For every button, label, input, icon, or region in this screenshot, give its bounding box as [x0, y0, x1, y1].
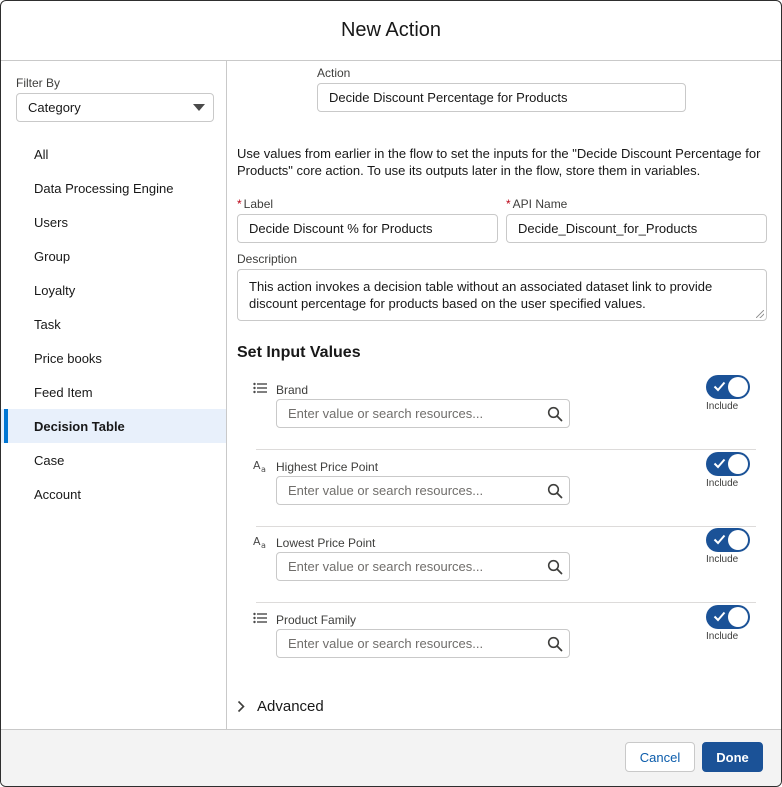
label-field-label: * Label	[237, 197, 274, 211]
resource-search-input[interactable]: Enter value or search resources...	[276, 476, 570, 505]
resize-handle-icon[interactable]	[756, 310, 764, 318]
set-input-values-heading: Set Input Values	[237, 344, 361, 361]
text-icon: Aa	[253, 459, 269, 474]
filter-sidebar: Filter By Category All Data Processing E…	[1, 61, 227, 729]
category-list: All Data Processing Engine Users Group L…	[1, 137, 226, 511]
toggle-knob	[728, 530, 748, 550]
input-label: Product Family	[276, 613, 357, 627]
action-label: Action	[317, 66, 351, 80]
action-input[interactable]: Decide Discount Percentage for Products	[317, 83, 686, 112]
modal-footer: Cancel Done	[1, 729, 781, 786]
search-icon[interactable]	[547, 636, 563, 652]
description-label: Description	[237, 252, 298, 266]
chevron-down-icon	[193, 104, 205, 111]
check-icon	[713, 611, 726, 622]
cancel-button[interactable]: Cancel	[625, 742, 695, 772]
list-icon	[253, 612, 269, 626]
toggle-knob	[728, 454, 748, 474]
include-label: Include	[706, 478, 739, 489]
action-intro-text: Use values from earlier in the flow to s…	[237, 146, 761, 178]
input-row-highest-price-point: Aa Highest Price Point Enter value or se…	[245, 450, 756, 527]
search-placeholder: Enter value or search resources...	[288, 559, 484, 574]
modal-header: New Action	[1, 1, 781, 61]
resource-search-input[interactable]: Enter value or search resources...	[276, 552, 570, 581]
category-item-task[interactable]: Task	[1, 307, 226, 341]
svg-text:A: A	[253, 459, 261, 472]
search-icon[interactable]	[547, 483, 563, 499]
include-toggle[interactable]	[706, 375, 750, 399]
description-textarea[interactable]: This action invokes a decision table wit…	[237, 269, 767, 321]
category-item-case[interactable]: Case	[1, 443, 226, 477]
text-icon: Aa	[253, 535, 269, 550]
done-button[interactable]: Done	[702, 742, 763, 772]
modal-title: New Action	[340, 19, 442, 41]
input-row-lowest-price-point: Aa Lowest Price Point Enter value or sea…	[245, 526, 756, 603]
check-icon	[713, 534, 726, 545]
category-item-decision-table[interactable]: Decision Table	[1, 409, 226, 443]
search-icon[interactable]	[547, 406, 563, 422]
resource-search-input[interactable]: Enter value or search resources...	[276, 629, 570, 658]
filter-by-select[interactable]: Category	[16, 93, 214, 122]
include-toggle[interactable]	[706, 605, 750, 629]
search-placeholder: Enter value or search resources...	[288, 483, 484, 498]
filter-by-label: Filter By	[16, 76, 61, 90]
category-item-data-processing-engine[interactable]: Data Processing Engine	[1, 171, 226, 205]
list-icon	[253, 382, 269, 396]
toggle-knob	[728, 607, 748, 627]
required-marker: *	[506, 197, 511, 211]
include-toggle[interactable]	[706, 452, 750, 476]
api-name-field-label: * API Name	[506, 197, 568, 211]
svg-text:a: a	[261, 541, 266, 549]
label-input[interactable]: Decide Discount % for Products	[237, 214, 498, 243]
category-item-users[interactable]: Users	[1, 205, 226, 239]
input-label: Lowest Price Point	[276, 536, 376, 550]
description-text: This action invokes a decision table wit…	[249, 279, 713, 311]
include-label: Include	[706, 401, 739, 412]
filter-by-value: Category	[28, 100, 81, 115]
action-config-panel: Action Decide Discount Percentage for Pr…	[228, 61, 781, 729]
search-placeholder: Enter value or search resources...	[288, 406, 484, 421]
category-item-group[interactable]: Group	[1, 239, 226, 273]
svg-text:A: A	[253, 535, 261, 548]
required-marker: *	[237, 197, 242, 211]
advanced-label: Advanced	[257, 698, 324, 715]
advanced-section-toggle[interactable]: Advanced	[237, 698, 324, 715]
category-item-loyalty[interactable]: Loyalty	[1, 273, 226, 307]
svg-text:a: a	[261, 465, 266, 473]
input-label: Highest Price Point	[276, 460, 379, 474]
include-label: Include	[706, 631, 739, 642]
include-label: Include	[706, 554, 739, 565]
new-action-modal: New Action Filter By Category All Data P…	[0, 0, 782, 787]
toggle-knob	[728, 377, 748, 397]
category-item-account[interactable]: Account	[1, 477, 226, 511]
resource-search-input[interactable]: Enter value or search resources...	[276, 399, 570, 428]
check-icon	[713, 458, 726, 469]
include-toggle[interactable]	[706, 528, 750, 552]
input-row-product-family: Product Family Enter value or search res…	[245, 603, 756, 680]
check-icon	[713, 381, 726, 392]
category-item-feed-item[interactable]: Feed Item	[1, 375, 226, 409]
chevron-right-icon	[237, 700, 245, 713]
category-item-all[interactable]: All	[1, 137, 226, 171]
input-label: Brand	[276, 383, 309, 397]
category-item-price-books[interactable]: Price books	[1, 341, 226, 375]
api-name-input[interactable]: Decide_Discount_for_Products	[506, 214, 767, 243]
input-row-brand: Brand Enter value or search resources...…	[245, 373, 756, 450]
search-icon[interactable]	[547, 559, 563, 575]
search-placeholder: Enter value or search resources...	[288, 636, 484, 651]
